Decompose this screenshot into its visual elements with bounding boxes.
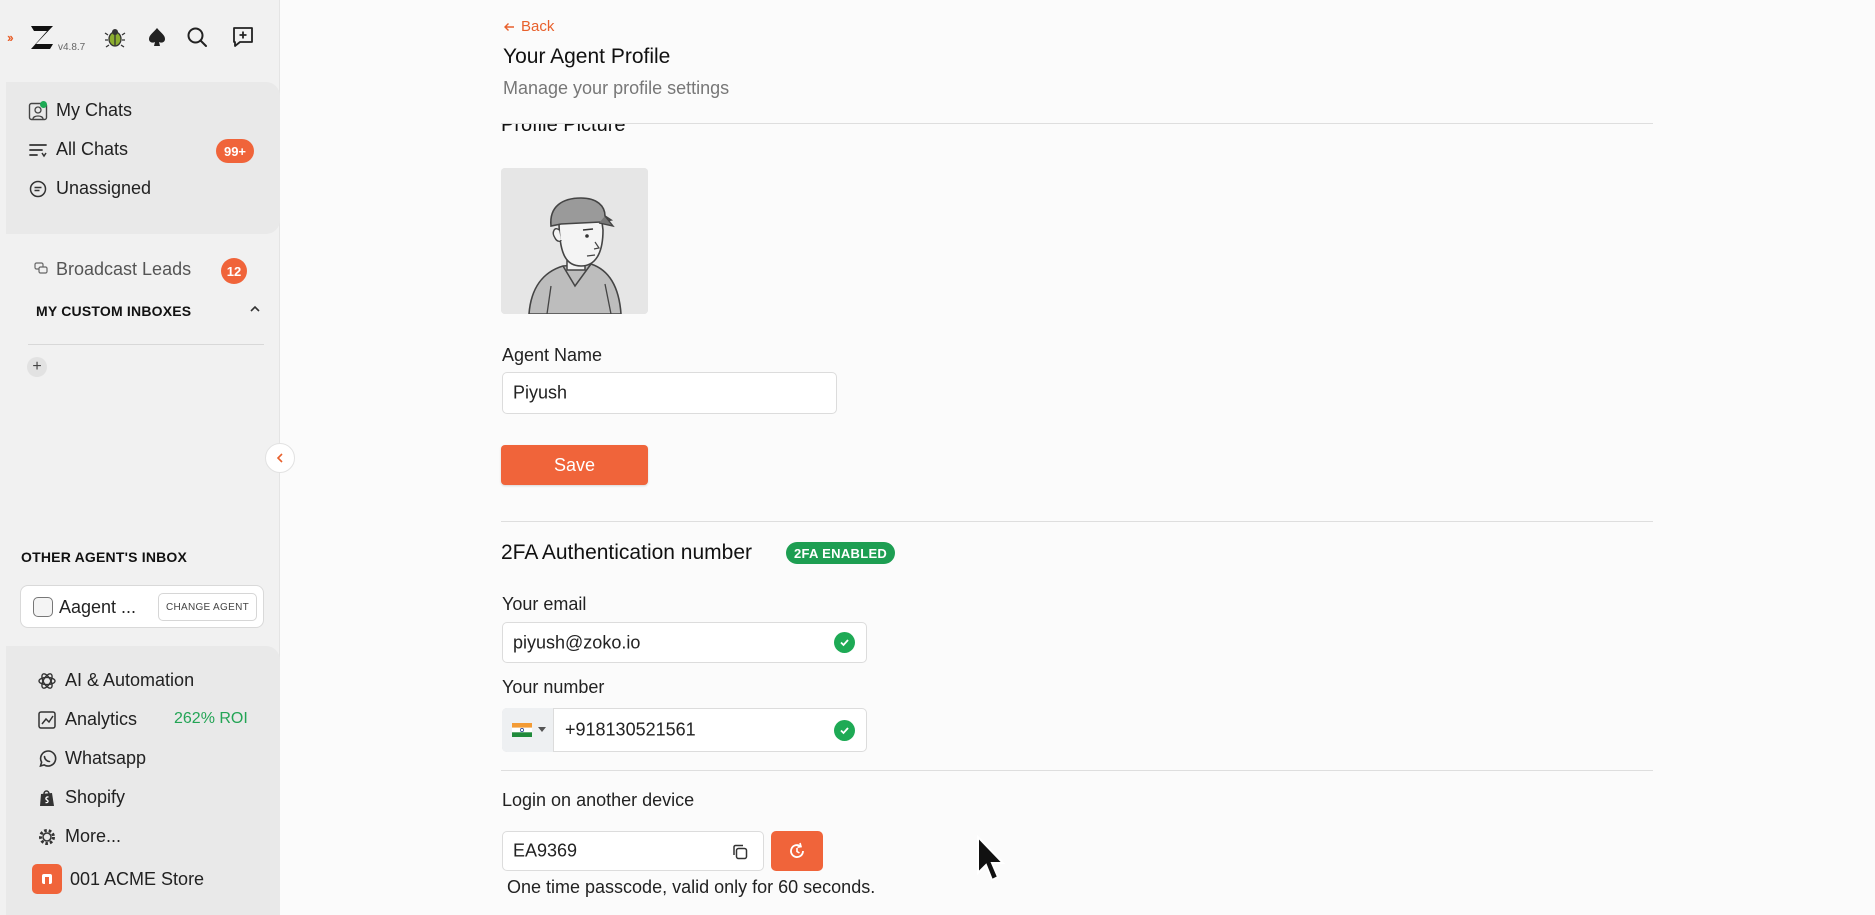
verified-check-icon (834, 720, 855, 741)
sidebar-item-whatsapp[interactable]: Whatsapp (37, 748, 146, 769)
shopify-bag-icon (37, 788, 57, 808)
agent-name-input[interactable]: Piyush (502, 372, 837, 414)
sidebar-item-unassigned[interactable]: Unassigned (28, 178, 151, 199)
sidebar-item-shopify[interactable]: Shopify (37, 787, 125, 808)
person-board-icon (28, 100, 48, 121)
custom-inboxes-heading: MY CUSTOM INBOXES (36, 303, 192, 319)
section-divider (501, 521, 1653, 522)
sidebar-item-label: Whatsapp (65, 748, 147, 768)
country-code-selector[interactable] (502, 708, 554, 752)
copy-icon[interactable] (731, 843, 749, 866)
chevron-up-icon[interactable] (248, 302, 262, 321)
profile-picture-title-clip: Profile Picture (501, 124, 1651, 138)
store-icon (32, 864, 62, 894)
spade-icon[interactable] (144, 24, 170, 50)
sidebar-item-all-chats[interactable]: All Chats (28, 139, 128, 160)
mouse-cursor-icon (977, 835, 1005, 882)
all-chats-count-badge: 99+ (216, 139, 254, 163)
sidebar-item-ai-automation[interactable]: AI & Automation (37, 670, 194, 691)
save-button[interactable]: Save (501, 445, 648, 485)
sidebar-item-label: More... (65, 826, 122, 846)
twofa-title: 2FA Authentication number (501, 541, 753, 564)
openai-icon (37, 671, 57, 691)
broadcast-icon (34, 259, 48, 280)
page-title: Your Agent Profile (503, 45, 671, 68)
twofa-status-badge: 2FA ENABLED (786, 542, 896, 564)
phone-value: +918130521561 (565, 719, 696, 740)
chevron-left-icon (276, 453, 283, 463)
page-subtitle: Manage your profile settings (503, 78, 730, 98)
passcode-field[interactable]: EA9369 (502, 831, 764, 871)
section-divider (501, 770, 1653, 771)
sidebar-item-label: My Chats (56, 100, 133, 120)
sidebar-item-label: Analytics (65, 709, 138, 729)
sidebar-item-label: Broadcast Leads (56, 259, 192, 279)
add-inbox-button[interactable]: + (27, 357, 47, 377)
bug-icon[interactable] (102, 24, 128, 50)
roi-value: 262% ROI (174, 710, 248, 727)
profile-picture-title: Profile Picture (501, 124, 626, 136)
agent-selector[interactable]: Aagent ... CHANGE AGENT (20, 585, 264, 628)
sidebar-item-broadcast-leads[interactable]: Broadcast Leads (34, 259, 191, 280)
agent-name: Aagent ... (59, 597, 137, 617)
sidebar-item-more[interactable]: More... (37, 826, 121, 847)
back-label: Back (521, 18, 555, 35)
sidebar-item-my-chats[interactable]: My Chats (28, 100, 132, 121)
refresh-clock-icon (790, 842, 804, 858)
zoko-logo (31, 26, 53, 49)
agent-avatar (33, 597, 53, 617)
change-agent-button[interactable]: CHANGE AGENT (157, 593, 257, 621)
arrow-left-icon (504, 22, 514, 31)
chat-bubble-icon (28, 179, 48, 199)
agent-name-label: Agent Name (502, 345, 603, 365)
india-flag-icon (512, 723, 532, 737)
app-version: v4.8.7 (58, 42, 86, 53)
avatar-illustration (501, 168, 648, 314)
sidebar-item-label: Shopify (65, 787, 126, 807)
caret-down-icon (538, 727, 546, 732)
passcode-value: EA9369 (513, 840, 578, 861)
login-device-title: Login on another device (502, 790, 695, 810)
store-name: 001 ACME Store (70, 868, 205, 889)
number-label: Your number (502, 677, 605, 697)
email-field[interactable]: piyush@zoko.io (502, 622, 867, 663)
analytics-chart-icon (37, 710, 57, 730)
gear-icon (37, 827, 57, 847)
profile-picture[interactable] (501, 168, 648, 314)
regenerate-code-button[interactable] (771, 831, 823, 871)
broadcast-count-badge: 12 (221, 258, 247, 284)
phone-field[interactable]: +918130521561 (502, 708, 867, 752)
back-link[interactable]: Back (503, 18, 554, 35)
agent-name-value: Piyush (513, 382, 568, 403)
collapse-sidebar-button[interactable] (265, 443, 295, 473)
expand-chevrons-icon[interactable]: ›› (7, 30, 14, 45)
search-icon[interactable] (184, 24, 210, 50)
store-selector[interactable]: 001 ACME Store (32, 864, 204, 894)
sidebar-item-label: Unassigned (56, 178, 152, 198)
passcode-hint: One time passcode, valid only for 60 sec… (507, 877, 876, 897)
sidebar: ›› v4.8.7 My Chats All Chats 99+ Unassig… (0, 0, 280, 915)
sidebar-item-label: All Chats (56, 139, 129, 159)
filter-lines-icon (28, 140, 48, 160)
whatsapp-icon (37, 749, 57, 769)
verified-check-icon (834, 632, 855, 653)
sidebar-divider (28, 344, 264, 345)
sidebar-topbar: ›› v4.8.7 (0, 14, 280, 62)
sidebar-item-label: AI & Automation (65, 670, 195, 690)
sidebar-item-analytics[interactable]: Analytics (37, 709, 137, 730)
email-value: piyush@zoko.io (513, 632, 641, 652)
email-label: Your email (502, 594, 587, 614)
other-agents-heading: OTHER AGENT'S INBOX (21, 549, 188, 565)
new-chat-icon[interactable] (230, 24, 256, 50)
